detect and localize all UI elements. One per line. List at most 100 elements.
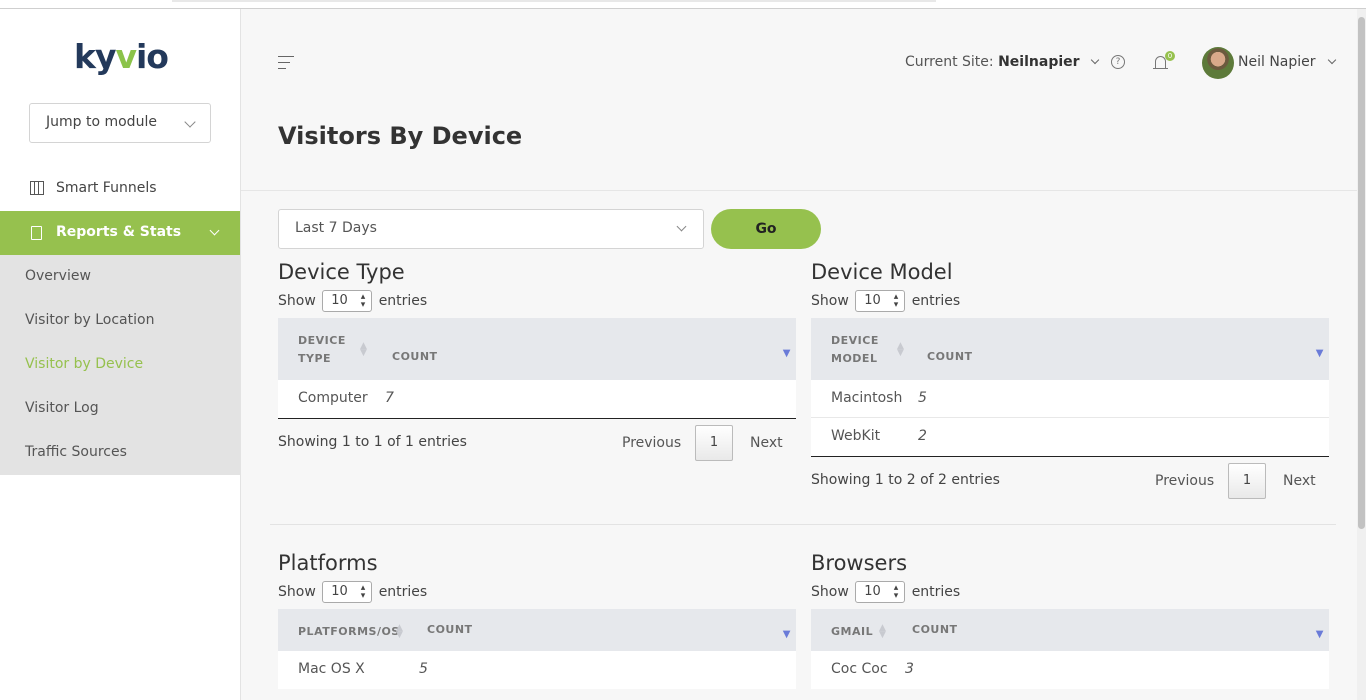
page-size-control: Show 10 entries [811,287,1329,315]
previous-button[interactable]: Previous [1155,473,1214,489]
table-header: DEVICE TYPE ▲ ▼ COUNT ▼ [278,318,796,380]
map-icon [30,181,44,195]
jump-to-module-select[interactable]: Jump to module [29,103,211,143]
column-header-gmail[interactable]: GMAIL [831,623,873,641]
device-type-panel: Device Type Show 10 entries DEVICE TYPE … [278,260,796,463]
current-site-value: Neilnapier [998,54,1080,70]
chevron-down-icon [1327,55,1337,65]
divider [241,190,1357,191]
chevron-down-icon [184,116,196,128]
column-header-count[interactable]: COUNT [427,623,473,636]
user-menu[interactable]: Neil Napier [1238,54,1337,70]
device-model-panel: Device Model Show 10 entries DEVICE MODE… [811,260,1329,501]
column-header-platforms-os[interactable]: PLATFORMS/OS [298,623,400,641]
chevron-down-icon [1090,55,1100,65]
page-size-select[interactable]: 10 [855,287,906,315]
column-header-device-type[interactable]: DEVICE TYPE [298,332,346,368]
sidebar-item-overview[interactable]: Overview [25,268,91,284]
page-size-select[interactable]: 10 [322,578,373,606]
page-size-select[interactable]: 10 [855,578,906,606]
column-header-device-model[interactable]: DEVICE MODEL [831,332,879,368]
cell-platform: Mac OS X [298,661,365,677]
page-1-button[interactable]: 1 [695,425,733,461]
sidebar-item-visitor-by-device[interactable]: Visitor by Device [25,356,143,372]
panel-title: Device Type [278,260,405,284]
pagination: Showing 1 to 1 of 1 entries Previous 1 N… [278,423,796,463]
sidebar: kyvio Jump to module Smart Funnels Repor… [0,9,241,700]
panel-title: Platforms [278,551,378,575]
column-header-count[interactable]: COUNT [912,623,958,636]
column-header-count[interactable]: COUNT [927,350,973,363]
table-info: Showing 1 to 1 of 1 entries [278,434,467,450]
cell-device-model: Macintosh [831,390,903,406]
divider [270,524,1336,525]
next-button[interactable]: Next [1283,473,1316,489]
previous-button[interactable]: Previous [622,435,681,451]
table-row: Mac OS X 5 [278,651,796,689]
table-row: Coc Coc 3 [811,651,1329,689]
chevron-down-icon [209,225,220,236]
user-name: Neil Napier [1238,54,1316,70]
device-model-table: DEVICE MODEL ▲ ▼ COUNT ▼ Macintosh 5 WebK… [811,318,1329,457]
date-range-select[interactable]: Last 7 Days [278,209,704,249]
reports-submenu: Overview Visitor by Location Visitor by … [0,255,240,475]
table-info: Showing 1 to 2 of 2 entries [811,472,1000,488]
table-row: WebKit 2 [811,418,1329,456]
sort-desc-icon[interactable]: ▼ [783,629,791,640]
next-button[interactable]: Next [750,435,783,451]
scrollbar-thumb[interactable] [1358,17,1365,529]
show-label: Show [811,293,849,309]
sort-icon: ▲ ▼ [879,623,887,640]
table-row: Computer 7 [278,380,796,418]
menu-toggle-icon[interactable] [278,55,294,71]
panel-title: Device Model [811,260,953,284]
platforms-table: PLATFORMS/OS ▲ ▼ COUNT ▼ Mac OS X 5 [278,609,796,689]
cell-count: 5 [419,661,428,677]
sidebar-item-traffic-sources[interactable]: Traffic Sources [25,444,127,460]
page-title: Visitors By Device [278,122,523,150]
page-size-control: Show 10 entries [811,578,1329,606]
sidebar-item-visitor-by-location[interactable]: Visitor by Location [25,312,154,328]
sidebar-item-label: Smart Funnels [56,180,157,196]
page-1-button[interactable]: 1 [1228,463,1266,499]
page-size-control: Show 10 entries [278,578,796,606]
device-type-table: DEVICE TYPE ▲ ▼ COUNT ▼ Computer 7 [278,318,796,419]
column-header-count[interactable]: COUNT [392,350,438,363]
table-header: PLATFORMS/OS ▲ ▼ COUNT ▼ [278,609,796,651]
sort-desc-icon[interactable]: ▼ [783,348,791,359]
table-header: GMAIL ▲ ▼ COUNT ▼ [811,609,1329,651]
page-scrollbar[interactable] [1357,9,1366,700]
panel-title: Browsers [811,551,908,575]
show-label: Show [811,584,849,600]
sort-desc-icon[interactable]: ▼ [1316,348,1324,359]
chevron-down-icon [676,221,687,232]
sidebar-item-visitor-log[interactable]: Visitor Log [25,400,99,416]
cell-count: 7 [385,390,394,406]
show-label: Show [278,584,316,600]
browsers-table: GMAIL ▲ ▼ COUNT ▼ Coc Coc 3 [811,609,1329,689]
pagination: Showing 1 to 2 of 2 entries Previous 1 N… [811,461,1329,501]
tab-strip-hint [172,0,936,2]
avatar[interactable] [1202,47,1234,79]
browsers-panel: Browsers Show 10 entries GMAIL ▲▼ COUNT … [811,551,1329,689]
sidebar-item-label: Reports & Stats [56,224,182,240]
entries-label: entries [378,293,428,309]
date-range-value: Last 7 Days [295,220,377,236]
cell-browser: Coc Coc [831,661,888,677]
platforms-panel: Platforms Show 10 entries PLATFORMS/OS ▲… [278,551,796,689]
table-row: Macintosh 5 [811,380,1329,418]
sort-desc-icon[interactable]: ▼ [1316,629,1324,640]
cell-device-model: WebKit [831,428,881,444]
sidebar-item-reports-stats[interactable]: Reports & Stats [0,211,240,255]
kyvio-logo[interactable]: kyvio [74,37,169,77]
current-site-label: Current Site: [905,54,994,70]
page-size-select[interactable]: 10 [322,287,373,315]
sort-icon: ▲ ▼ [360,341,368,358]
entries-label: entries [378,584,428,600]
cell-count: 2 [918,428,927,444]
help-icon[interactable]: ? [1111,55,1125,69]
page-size-control: Show 10 entries [278,287,796,315]
go-button[interactable]: Go [711,209,821,249]
current-site-selector[interactable]: Current Site: Neilnapier [905,54,1100,70]
sidebar-item-smart-funnels[interactable]: Smart Funnels [0,167,240,211]
